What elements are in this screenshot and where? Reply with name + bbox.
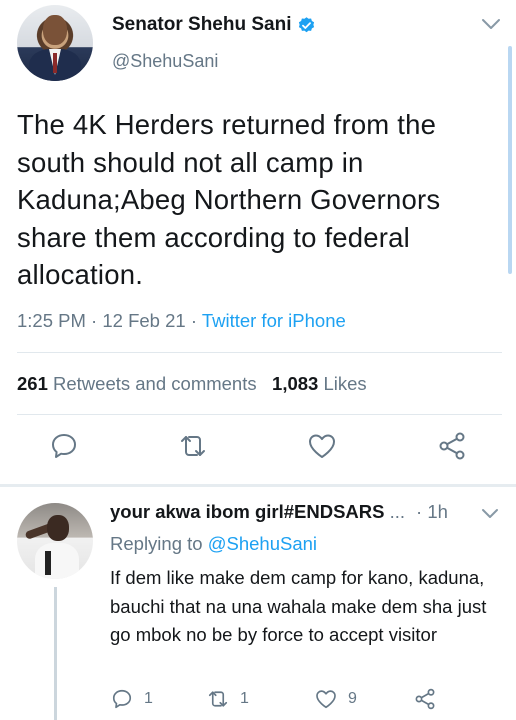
author-avatar[interactable] (17, 5, 93, 81)
reply-reply-action[interactable]: 1 (110, 687, 153, 711)
reply-text: If dem like make dem camp for kano, kadu… (110, 567, 487, 645)
chevron-down-icon[interactable] (481, 508, 499, 520)
author-name-row[interactable]: Senator Shehu Sani (112, 14, 316, 36)
meta-separator: · (416, 501, 423, 522)
replying-handle[interactable]: @ShehuSani (208, 533, 317, 554)
share-icon[interactable] (436, 430, 468, 462)
tweet-time: 1:25 PM (17, 310, 86, 331)
tweet-date: 12 Feb 21 (102, 310, 186, 331)
tweet-meta: 1:25 PM · 12 Feb 21 · Twitter for iPhone (17, 310, 346, 332)
tweet-source[interactable]: Twitter for iPhone (202, 310, 346, 331)
meta-separator: · (190, 310, 197, 331)
name-ellipsis: ... (389, 501, 406, 522)
share-icon (415, 688, 435, 710)
reply-share-action[interactable] (413, 687, 437, 711)
likes-label: Likes (323, 373, 367, 394)
retweet-icon (208, 691, 228, 707)
reply-time-row: · 1h (416, 501, 448, 523)
tweet-actions (0, 430, 516, 470)
reply-like-action[interactable]: 9 (314, 687, 357, 711)
divider (17, 414, 502, 415)
retweet-count: 1 (240, 690, 249, 707)
reply-actions: 1 1 9 (0, 687, 516, 715)
retweets-stat[interactable]: 261 Retweets and comments (17, 373, 257, 394)
chevron-down-icon[interactable] (481, 17, 501, 31)
replying-prefix: Replying to (110, 533, 203, 554)
reply-author-avatar[interactable] (17, 503, 93, 579)
divider (17, 352, 502, 353)
reply-time: 1h (427, 501, 448, 522)
heart-icon[interactable] (306, 430, 338, 462)
reply-author-name[interactable]: your akwa ibom girl#ENDSARS (110, 501, 384, 522)
reply-icon[interactable] (48, 430, 80, 462)
meta-separator: · (91, 310, 98, 331)
retweets-count: 261 (17, 373, 48, 394)
author-handle[interactable]: @ShehuSani (112, 51, 218, 72)
author-name[interactable]: Senator Shehu Sani (112, 14, 291, 36)
replying-to: Replying to @ShehuSani (110, 533, 317, 555)
likes-count: 1,083 (272, 373, 319, 394)
main-tweet: Senator Shehu Sani @ShehuSani The 4K Her… (0, 0, 516, 484)
tweet-text: The 4K Herders returned from the south s… (17, 109, 441, 290)
reply-icon (112, 689, 132, 709)
reply-count: 1 (144, 690, 153, 707)
reply-tweet[interactable]: your akwa ibom girl#ENDSARS ... · 1h Rep… (0, 487, 516, 720)
heart-icon (316, 690, 336, 709)
like-count: 9 (348, 690, 357, 707)
retweet-icon[interactable] (177, 430, 209, 462)
tweet-stats: 261 Retweets and comments 1,083 Likes (17, 373, 367, 395)
likes-stat[interactable]: 1,083 Likes (272, 373, 367, 394)
scrollbar[interactable] (508, 46, 512, 274)
retweets-label: Retweets and comments (53, 373, 257, 394)
reply-author-name-row[interactable]: your akwa ibom girl#ENDSARS ... (110, 501, 405, 523)
verified-badge-icon (299, 16, 315, 32)
reply-retweet-action[interactable]: 1 (206, 687, 249, 711)
